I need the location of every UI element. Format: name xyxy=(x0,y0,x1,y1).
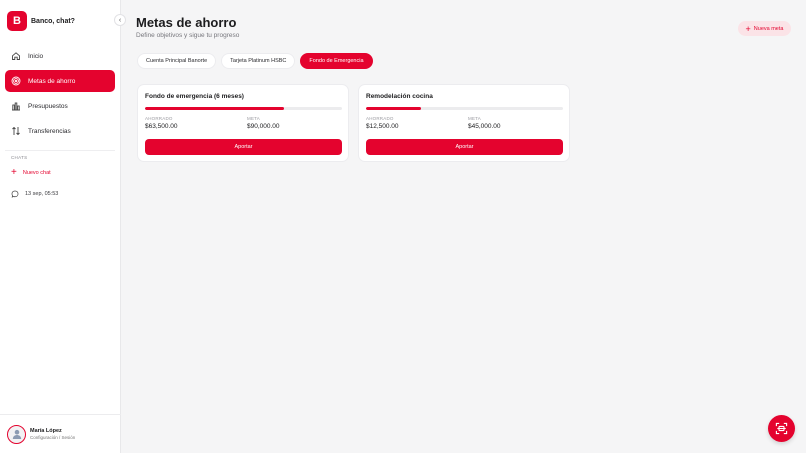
tab-cuenta-principal-banorte[interactable]: Cuenta Principal Banorte xyxy=(137,53,217,69)
target-label: META xyxy=(468,116,481,121)
sidebar-item-transferencias[interactable]: Transferencias xyxy=(5,120,115,142)
avatar xyxy=(7,424,26,444)
contribute-button[interactable]: Aportar xyxy=(366,139,563,155)
home-icon xyxy=(11,51,21,61)
goal-saved: AHORRADO $12,500.00 xyxy=(366,116,399,130)
sidebar-item-label: Presupuestos xyxy=(28,102,68,110)
brand[interactable]: B Banco, chat? xyxy=(7,11,75,31)
saved-value: $63,500.00 xyxy=(145,123,178,130)
goal-progress-fill xyxy=(145,107,285,110)
saved-value: $12,500.00 xyxy=(366,123,399,130)
sidebar-item-label: Transferencias xyxy=(28,127,71,135)
collapse-sidebar-button[interactable]: ‹ xyxy=(114,14,126,26)
chevron-left-icon: ‹ xyxy=(118,16,122,24)
transfer-arrows-icon xyxy=(11,126,21,136)
goals-list: Fondo de emergencia (6 meses) AHORRADO $… xyxy=(137,84,579,162)
user-name: María López xyxy=(30,428,62,434)
user-icon xyxy=(12,429,21,439)
new-goal-label: Nueva meta xyxy=(753,25,784,32)
sidebar-item-metas-de-ahorro[interactable]: Metas de ahorro xyxy=(5,70,115,92)
goal-target: META $45,000.00 xyxy=(468,116,501,130)
brand-name: Banco, chat? xyxy=(31,17,75,25)
saved-label: AHORRADO xyxy=(366,116,394,121)
sidebar-item-presupuestos[interactable]: Presupuestos xyxy=(5,95,115,117)
goal-title: Remodelación cocina xyxy=(366,93,433,100)
sidebar: B Banco, chat? Inicio Metas de ahorro Pr… xyxy=(0,0,121,453)
plus-icon: + xyxy=(745,23,751,34)
sidebar-item-inicio[interactable]: Inicio xyxy=(5,45,115,67)
user-profile[interactable]: María López Configuración / Sesión xyxy=(0,414,121,453)
chats-section-title: CHATS xyxy=(11,155,28,160)
plus-icon: + xyxy=(11,167,17,178)
user-settings-link[interactable]: Configuración / Sesión xyxy=(30,435,75,440)
chat-history-label: 13 sep, 05:53 xyxy=(25,191,59,197)
goal-card: Remodelación cocina AHORRADO $12,500.00 … xyxy=(358,84,570,162)
new-chat-button[interactable]: + Nuevo chat xyxy=(11,167,51,178)
tab-fondo-de-emergencia[interactable]: Fondo de Emergencia xyxy=(300,53,373,69)
sidebar-item-label: Inicio xyxy=(28,52,44,60)
goal-saved: AHORRADO $63,500.00 xyxy=(145,116,178,130)
chat-history-item[interactable]: 13 sep, 05:53 xyxy=(11,190,58,198)
sidebar-nav: Inicio Metas de ahorro Presupuestos Tran… xyxy=(5,45,115,145)
new-chat-label: Nuevo chat xyxy=(22,170,51,176)
target-icon xyxy=(11,76,21,86)
page-title: Metas de ahorro xyxy=(136,15,237,30)
chat-bubble-icon xyxy=(11,190,19,198)
brand-logo: B xyxy=(7,11,27,31)
sidebar-divider xyxy=(5,150,115,151)
goal-progress-bar xyxy=(145,107,342,110)
page-subtitle: Define objetivos y sigue tu progreso xyxy=(136,32,240,39)
contribute-button[interactable]: Aportar xyxy=(145,139,342,155)
goal-progress-bar xyxy=(366,107,563,110)
bar-chart-icon xyxy=(11,101,21,111)
tab-tarjeta-platinum-hsbc[interactable]: Tarjeta Platinum HSBC xyxy=(221,53,296,69)
sidebar-item-label: Metas de ahorro xyxy=(28,77,76,85)
goal-title: Fondo de emergencia (6 meses) xyxy=(145,93,244,100)
goal-progress-fill xyxy=(366,107,421,110)
target-value: $90,000.00 xyxy=(247,123,280,130)
saved-label: AHORRADO xyxy=(145,116,173,121)
target-label: META xyxy=(247,116,260,121)
goal-target: META $90,000.00 xyxy=(247,116,280,130)
account-tabs: Cuenta Principal Banorte Tarjeta Platinu… xyxy=(137,53,378,69)
target-value: $45,000.00 xyxy=(468,123,501,130)
scan-button[interactable] xyxy=(768,415,795,442)
goal-card: Fondo de emergencia (6 meses) AHORRADO $… xyxy=(137,84,349,162)
scan-icon xyxy=(775,422,788,435)
new-goal-button[interactable]: + Nueva meta xyxy=(738,21,791,36)
